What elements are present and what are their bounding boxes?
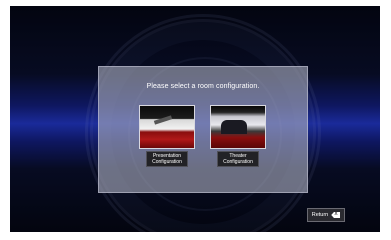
back-icon [331,212,341,218]
return-button[interactable]: Return [307,208,345,222]
presentation-room-thumbnail[interactable] [139,105,195,149]
presentation-config-option[interactable]: Presentation Configuration [139,105,195,167]
theater-room-thumbnail[interactable] [210,105,266,149]
room-config-dialog: Please select a room configuration. Pres… [98,66,308,193]
theater-config-button[interactable]: Theater Configuration [217,151,259,167]
theater-config-option[interactable]: Theater Configuration [210,105,266,167]
presentation-config-button[interactable]: Presentation Configuration [146,151,188,167]
dialog-prompt: Please select a room configuration. [146,83,260,90]
touch-panel-screen: Please select a room configuration. Pres… [10,6,380,232]
return-label: Return [311,212,329,218]
